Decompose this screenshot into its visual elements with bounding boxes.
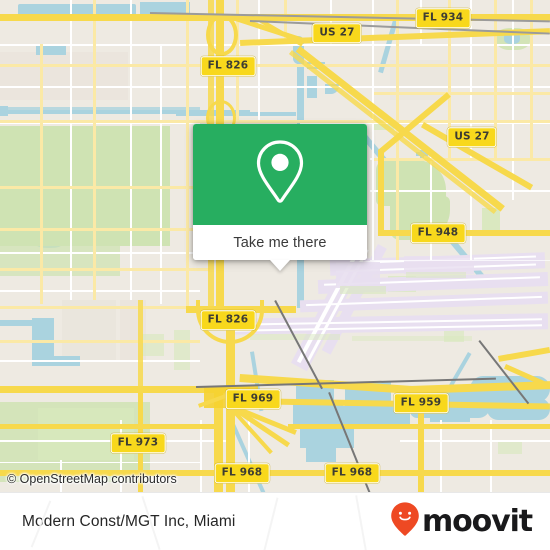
destination-popup[interactable]: Take me there	[193, 124, 367, 271]
road-shield: FL 948	[410, 223, 466, 243]
road-shield: FL 968	[214, 463, 270, 483]
take-me-there-label: Take me there	[233, 234, 327, 251]
road-shield: US 27	[447, 127, 497, 147]
map-canvas[interactable]: FL 934 US 27 FL 826 US 27 FL 948 FL 826 FL 969…	[0, 0, 550, 492]
footer-bar: Modern Const/MGT Inc, Miami moovit	[0, 492, 550, 550]
road-shield: FL 826	[200, 310, 256, 330]
moovit-pin-smiley-icon	[390, 501, 420, 542]
map-screenshot: FL 934 US 27 FL 826 US 27 FL 948 FL 826 FL 969…	[0, 0, 550, 550]
map-pin-icon	[252, 137, 308, 212]
moovit-logo[interactable]: moovit	[390, 501, 533, 542]
road-shield: FL 826	[200, 56, 256, 76]
road-shield: FL 968	[324, 463, 380, 483]
road-shield: FL 973	[110, 433, 166, 453]
popup-tail	[270, 260, 290, 271]
popup-action-bar[interactable]: Take me there	[193, 225, 367, 260]
popup-header	[193, 124, 367, 225]
road-shield: FL 934	[415, 8, 471, 28]
moovit-wordmark: moovit	[421, 503, 533, 539]
road-shield: FL 969	[225, 389, 281, 409]
road-shield: FL 959	[393, 393, 449, 413]
map-attribution[interactable]: © OpenStreetMap contributors	[7, 472, 177, 486]
road-shield: US 27	[312, 23, 362, 43]
place-name: Modern Const/MGT Inc, Miami	[22, 512, 236, 530]
